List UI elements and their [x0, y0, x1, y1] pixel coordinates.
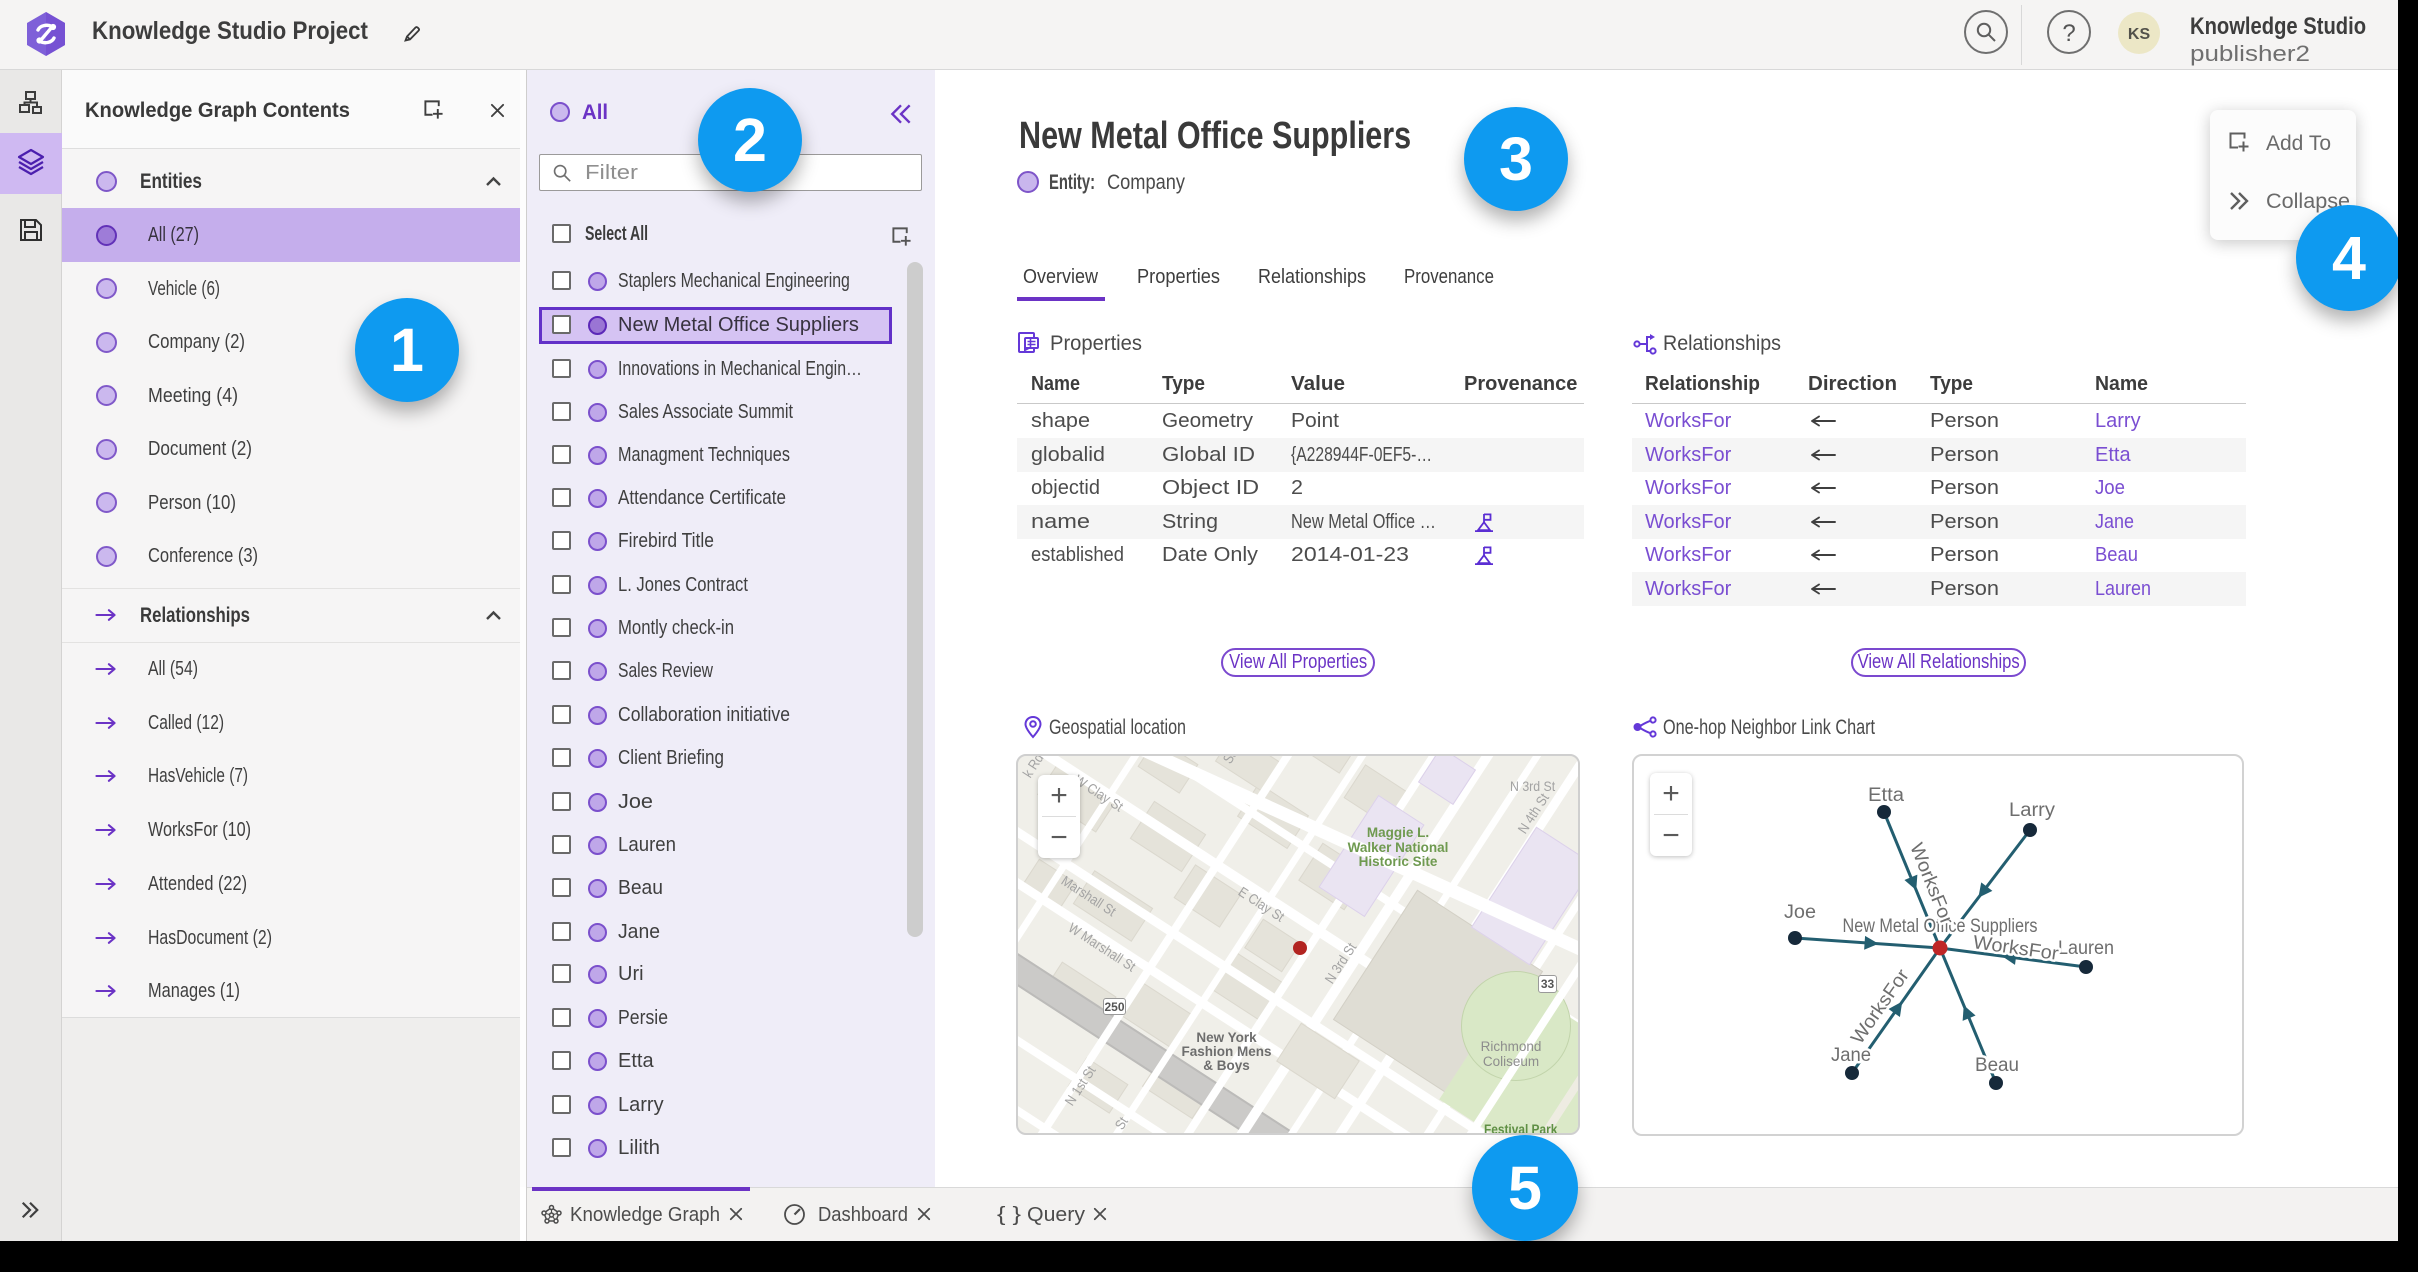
svg-text:WorksFor: WorksFor: [1847, 965, 1914, 1048]
svg-text:Etta: Etta: [1868, 785, 1904, 806]
svg-text:Lauren: Lauren: [2058, 938, 2114, 959]
svg-text:Beau: Beau: [1975, 1055, 2019, 1076]
svg-text:Jane: Jane: [1831, 1045, 1871, 1066]
svg-text:Joe: Joe: [1784, 902, 1816, 923]
svg-text:WorksFor: WorksFor: [1972, 932, 2061, 965]
svg-text:Larry: Larry: [2009, 800, 2056, 821]
